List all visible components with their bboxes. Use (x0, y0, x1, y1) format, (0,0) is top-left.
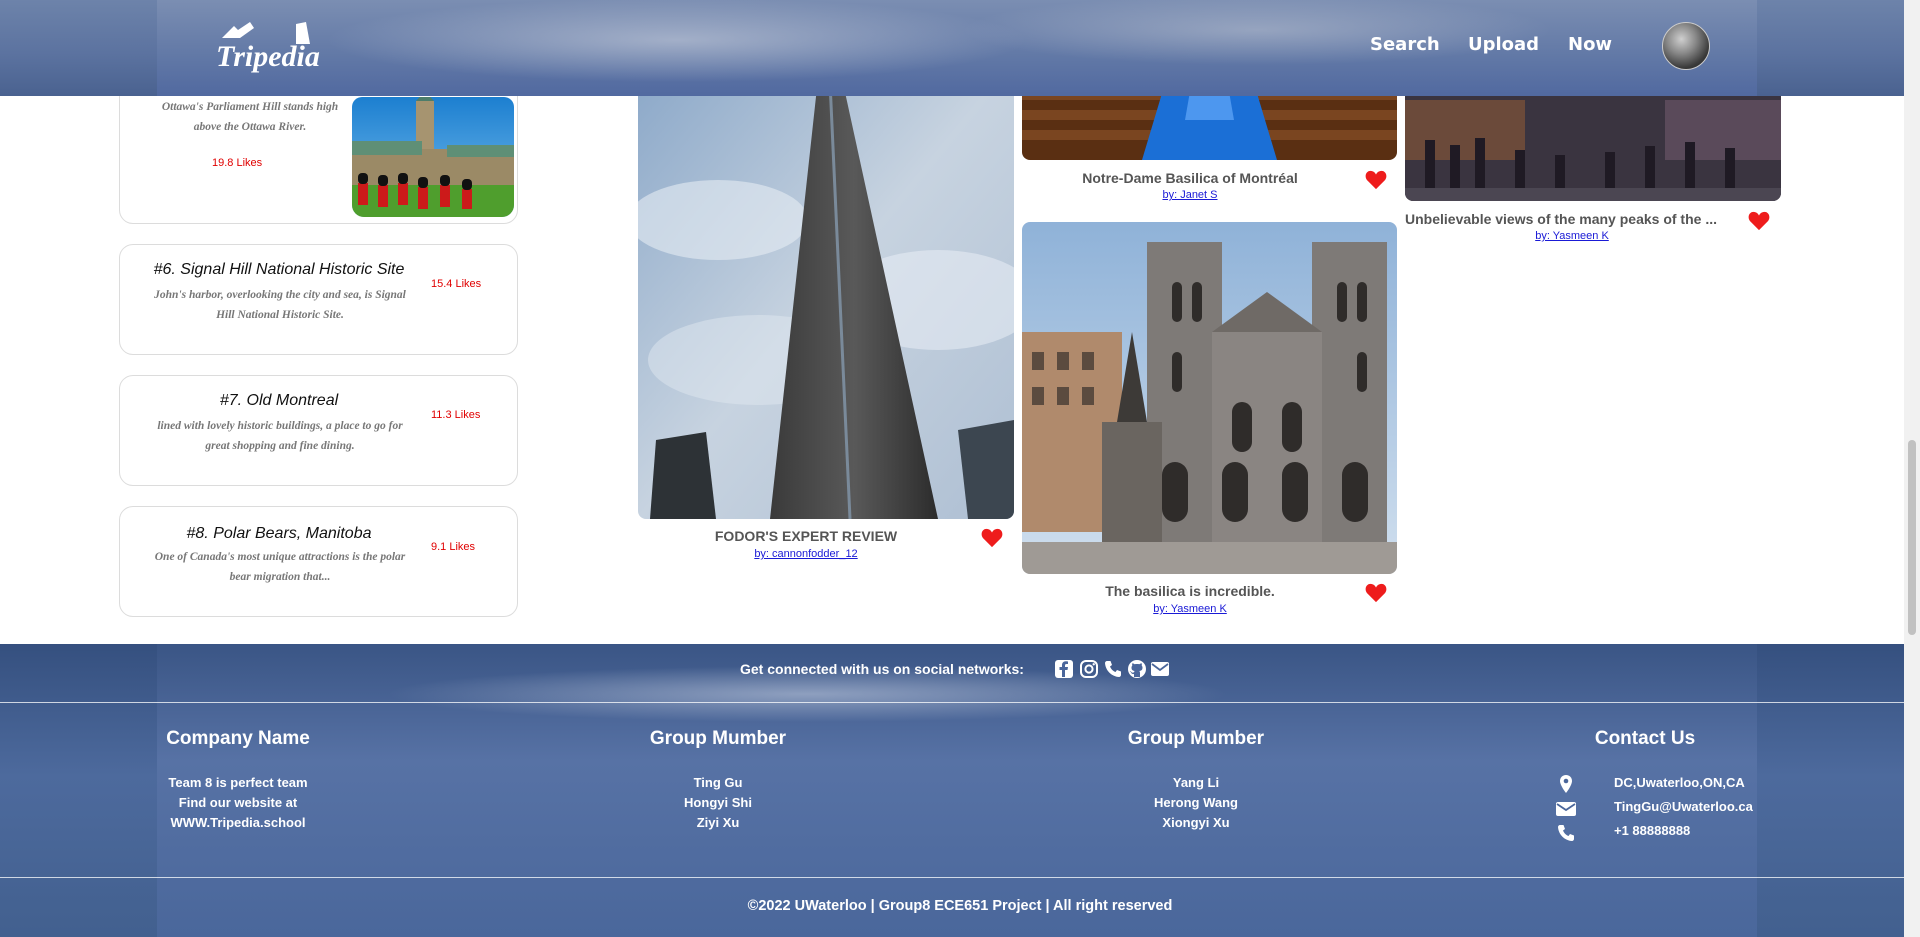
ranking-desc-line: John's harbor, overlooking the city and … (154, 289, 406, 301)
ranking-desc-line: One of Canada's most unique attractions … (154, 551, 406, 563)
site-footer (0, 644, 1920, 937)
photo-caption: The basilica is incredible. (1105, 583, 1275, 599)
footer-column-line: Xiongyi Xu (1162, 815, 1230, 830)
user-avatar[interactable] (1662, 22, 1710, 70)
nav-search-link[interactable]: Search (1370, 34, 1440, 55)
facebook-icon[interactable] (1054, 659, 1074, 679)
nav-now-link[interactable]: Now (1568, 34, 1612, 55)
ranking-card-8[interactable]: #8. Polar Bears, Manitoba One of Canada'… (119, 506, 518, 617)
footer-background (157, 644, 1757, 937)
like-heart-icon[interactable] (1748, 211, 1770, 231)
nav-upload-link[interactable]: Upload (1468, 34, 1539, 55)
footer-column-title: Company Name (166, 728, 310, 749)
footer-column-title: Group Mumber (649, 728, 787, 749)
footer-column-line: Team 8 is perfect team (168, 775, 308, 790)
like-heart-icon[interactable] (1365, 583, 1387, 603)
footer-column-title: Group Mumber (1127, 728, 1265, 749)
ranking-card-7[interactable]: #7. Old Montreal lined with lovely histo… (119, 375, 518, 486)
tripedia-logo[interactable]: Tripedia (210, 20, 320, 76)
ranking-title: #6. Signal Hill National Historic Site (153, 261, 405, 278)
ranking-title: #7. Old Montreal (219, 392, 339, 409)
contact-phone: +1 88888888 (1614, 823, 1691, 838)
ranking-likes: 9.1 Likes (431, 541, 476, 553)
ranking-desc-line: Ottawa's Parliament Hill stands high (161, 101, 339, 113)
photo-caption: FODOR'S EXPERT REVIEW (714, 528, 898, 544)
photo-author-link[interactable]: by: Yasmeen K (1022, 603, 1358, 615)
ranking-desc-line: bear migration that... (229, 571, 331, 583)
ranking-desc-line: above the Ottawa River. (193, 121, 307, 133)
photo-author-link[interactable]: by: Janet S (1022, 189, 1358, 201)
footer-column-line: Ting Gu (693, 775, 743, 790)
footer-column-line: Herong Wang (1153, 795, 1238, 810)
copyright-text: ©2022 UWaterloo | Group8 ECE651 Project … (747, 898, 1173, 914)
basilica-exterior-photo[interactable] (1022, 222, 1397, 574)
ranking-likes: 19.8 Likes (212, 157, 263, 169)
scrollbar-thumb[interactable] (1908, 440, 1916, 635)
ranking-desc-line: lined with lovely historic buildings, a … (157, 420, 403, 432)
photo-author-link[interactable]: by: Yasmeen K (1405, 230, 1739, 242)
footer-column-line: Find our website at (178, 795, 298, 810)
footer-column-line: Yang Li (1172, 775, 1220, 790)
contact-email[interactable]: TingGu@Uwaterloo.ca (1614, 799, 1753, 814)
ranking-desc: John's harbor, overlooking the city and … (132, 285, 428, 325)
like-heart-icon[interactable] (981, 528, 1003, 548)
ranking-likes: 11.3 Likes (431, 409, 481, 421)
contact-us-title: Contact Us (1594, 728, 1696, 749)
photo-caption: Unbelievable views of the many peaks of … (1405, 211, 1717, 227)
email-icon[interactable] (1150, 659, 1170, 679)
ranking-desc: Ottawa's Parliament Hill stands high abo… (140, 97, 360, 137)
photo-author-link[interactable]: by: cannonfodder_12 (638, 548, 974, 560)
ranking-desc: lined with lovely historic buildings, a … (132, 416, 428, 456)
ranking-desc-line: great shopping and fine dining. (205, 440, 355, 452)
footer-column-line: Hongyi Shi (684, 795, 752, 810)
location-pin-icon (1560, 775, 1572, 793)
envelope-icon (1556, 802, 1576, 816)
like-heart-icon[interactable] (1365, 170, 1387, 190)
parliament-hill-thumbnail[interactable] (352, 97, 514, 217)
ranking-desc: One of Canada's most unique attractions … (132, 547, 428, 587)
ranking-desc-line: Hill National Historic Site. (216, 309, 344, 321)
logo-text: Tripedia (216, 40, 320, 73)
ranking-title: #8. Polar Bears, Manitoba (186, 525, 372, 542)
footer-column-line: Ziyi Xu (696, 815, 740, 830)
top-navbar: Tripedia Search Upload Now (0, 0, 1920, 96)
cn-tower-photo[interactable] (638, 60, 1014, 519)
instagram-icon[interactable] (1079, 659, 1099, 679)
ranking-likes: 15.4 Likes (431, 278, 482, 290)
footer-divider (0, 877, 1920, 878)
github-icon[interactable] (1127, 659, 1147, 679)
phone-icon[interactable] (1103, 659, 1123, 679)
photo-caption: Notre-Dame Basilica of Montréal (1082, 170, 1298, 186)
social-networks-text: Get connected with us on social networks… (740, 661, 1024, 677)
contact-address: DC,Uwaterloo,ON,CA (1614, 775, 1745, 790)
footer-divider (0, 702, 1920, 703)
footer-website-link[interactable]: WWW.Tripedia.school (158, 815, 318, 830)
ranking-card-6[interactable]: #6. Signal Hill National Historic Site J… (119, 244, 518, 355)
phone-icon (1558, 825, 1574, 841)
